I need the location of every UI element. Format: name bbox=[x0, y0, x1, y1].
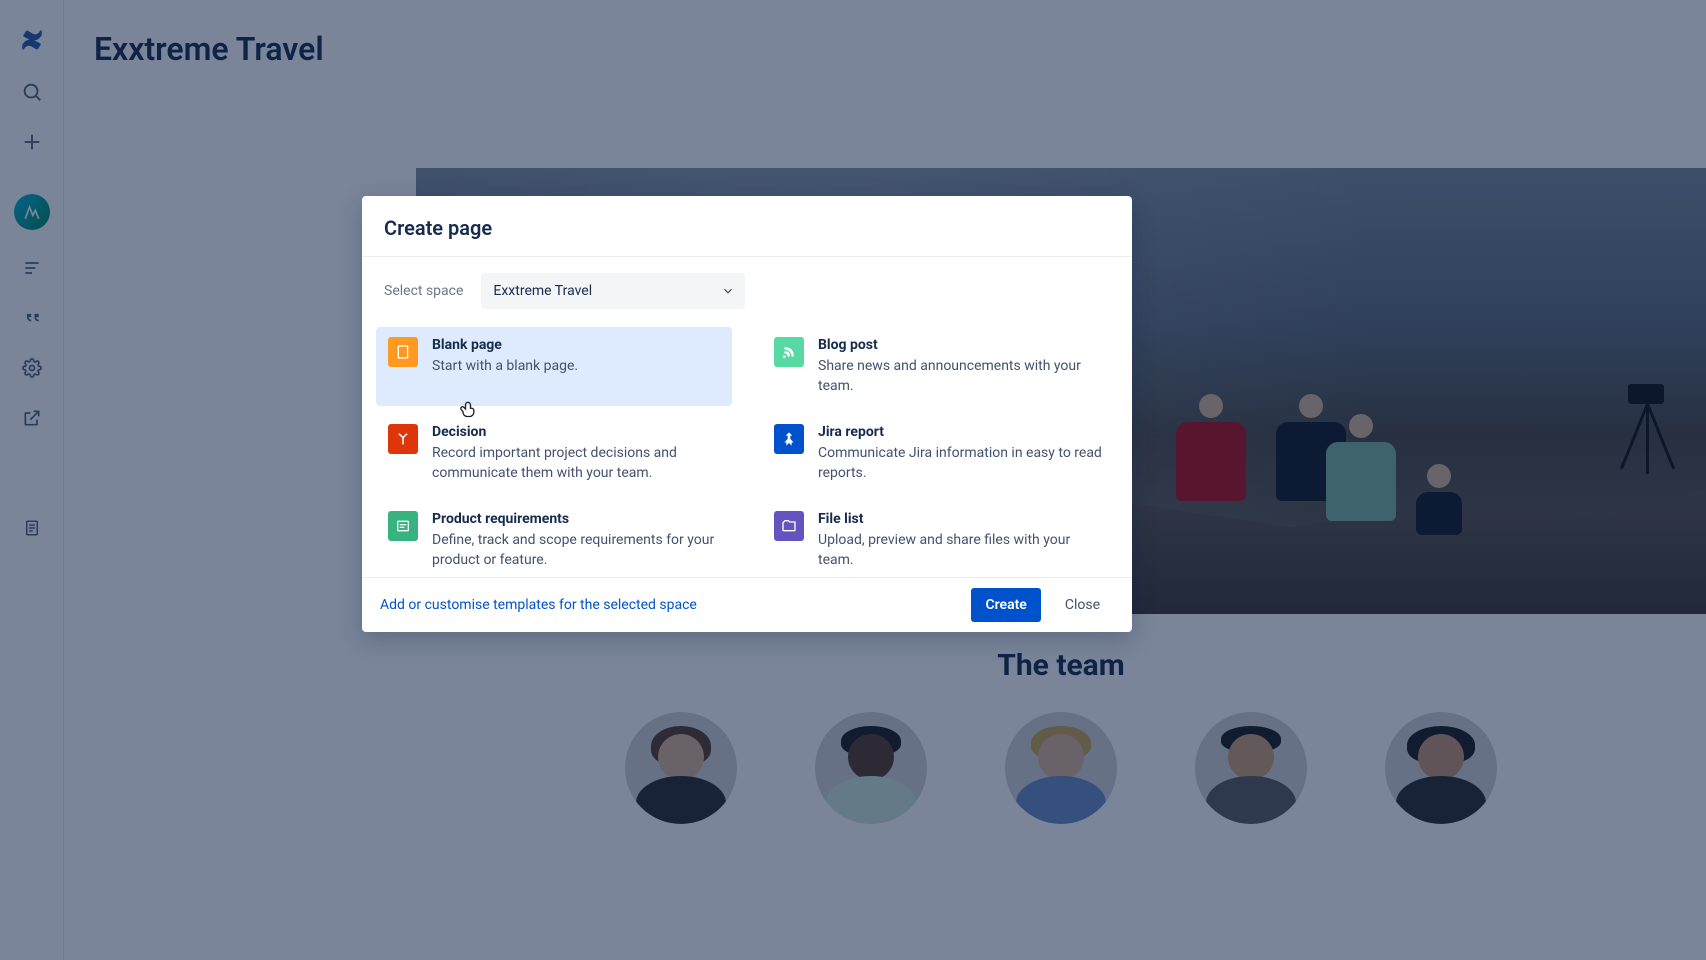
template-name: File list bbox=[818, 511, 1106, 527]
template-desc: Share news and announcements with your t… bbox=[818, 357, 1106, 396]
template-name: Product requirements bbox=[432, 511, 720, 527]
template-desc: Communicate Jira information in easy to … bbox=[818, 444, 1106, 483]
template-desc: Start with a blank page. bbox=[432, 357, 720, 377]
customize-templates-link[interactable]: Add or customise templates for the selec… bbox=[380, 597, 697, 613]
template-decision[interactable]: Decision Record important project decisio… bbox=[376, 414, 732, 493]
template-grid: Blank page Start with a blank page. Blog p… bbox=[362, 309, 1132, 577]
template-desc: Define, track and scope requirements for… bbox=[432, 531, 720, 570]
template-icon bbox=[774, 337, 804, 367]
template-name: Decision bbox=[432, 424, 720, 440]
template-name: Blank page bbox=[432, 337, 720, 353]
dialog-header: Create page bbox=[362, 196, 1132, 257]
template-name: Jira report bbox=[818, 424, 1106, 440]
space-select[interactable]: Exxtreme Travel bbox=[481, 273, 745, 309]
close-button[interactable]: Close bbox=[1051, 588, 1114, 622]
space-label: Select space bbox=[384, 283, 463, 299]
template-icon bbox=[774, 424, 804, 454]
space-selected-value: Exxtreme Travel bbox=[493, 283, 592, 299]
create-button[interactable]: Create bbox=[971, 588, 1040, 622]
space-row: Select space Exxtreme Travel bbox=[362, 257, 1132, 309]
template-name: Blog post bbox=[818, 337, 1106, 353]
template-icon bbox=[774, 511, 804, 541]
chevron-down-icon bbox=[721, 284, 735, 298]
template-blank[interactable]: Blank page Start with a blank page. bbox=[376, 327, 732, 406]
template-desc: Upload, preview and share files with you… bbox=[818, 531, 1106, 570]
create-page-dialog: Create page Select space Exxtreme Travel… bbox=[362, 196, 1132, 632]
template-icon bbox=[388, 511, 418, 541]
template-file[interactable]: File list Upload, preview and share files… bbox=[762, 501, 1118, 577]
dialog-title: Create page bbox=[384, 216, 1110, 240]
template-jira[interactable]: Jira report Communicate Jira information … bbox=[762, 414, 1118, 493]
template-icon bbox=[388, 337, 418, 367]
dialog-footer: Add or customise templates for the selec… bbox=[362, 577, 1132, 632]
template-prodreq[interactable]: Product requirements Define, track and sc… bbox=[376, 501, 732, 577]
template-desc: Record important project decisions and c… bbox=[432, 444, 720, 483]
template-blog[interactable]: Blog post Share news and announcements wi… bbox=[762, 327, 1118, 406]
template-icon bbox=[388, 424, 418, 454]
